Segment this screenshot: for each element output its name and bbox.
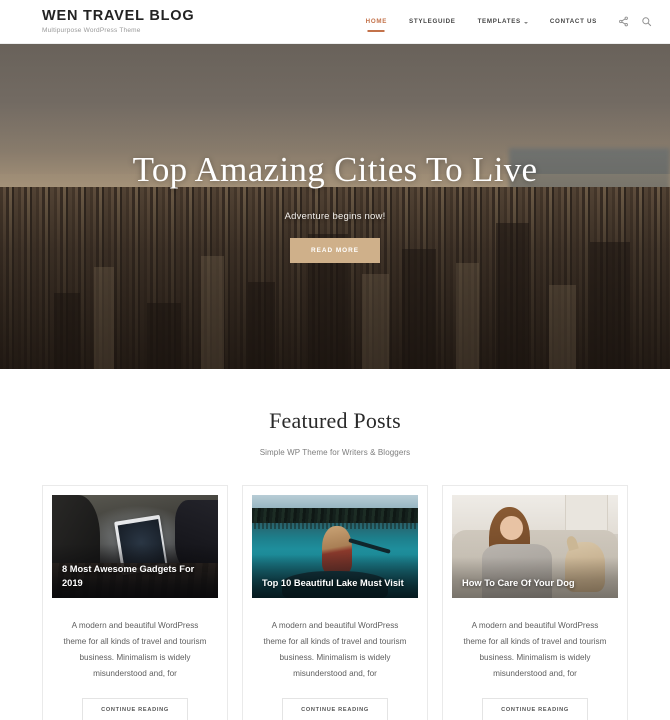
post-excerpt: A modern and beautiful WordPress theme f… — [63, 621, 207, 678]
continue-reading-button[interactable]: CONTINUE READING — [82, 697, 188, 720]
hero-subtitle: Adventure begins now! — [284, 211, 386, 223]
continue-reading-button[interactable]: CONTINUE READING — [482, 697, 588, 720]
hero-banner: Top Amazing Cities To Live Adventure beg… — [0, 44, 670, 369]
site-title[interactable]: WEN TRAVEL BLOG — [42, 8, 194, 25]
nav-item-label: HOME — [365, 18, 388, 25]
post-card[interactable]: Top 10 Beautiful Lake Must Visit A moder… — [242, 485, 428, 720]
share-icon[interactable] — [618, 16, 629, 27]
post-excerpt: A modern and beautiful WordPress theme f… — [463, 621, 607, 678]
post-body: A modern and beautiful WordPress theme f… — [452, 598, 618, 720]
post-thumbnail[interactable]: Top 10 Beautiful Lake Must Visit — [252, 495, 418, 598]
chevron-down-icon — [523, 21, 528, 24]
nav-item-label: CONTACT US — [549, 18, 597, 25]
read-more-button[interactable]: READ MORE — [289, 238, 381, 264]
post-title[interactable]: Top 10 Beautiful Lake Must Visit — [262, 577, 408, 590]
post-excerpt: A modern and beautiful WordPress theme f… — [263, 621, 407, 678]
site-tagline: Multipurpose WordPress Theme — [42, 27, 141, 35]
post-title[interactable]: 8 Most Awesome Gadgets For 2019 — [62, 563, 208, 590]
site-header: WEN TRAVEL BLOG Multipurpose WordPress T… — [0, 0, 670, 44]
post-thumbnail[interactable]: 8 Most Awesome Gadgets For 2019 — [52, 495, 218, 598]
nav-item-home[interactable]: HOME — [355, 0, 398, 43]
nav-item-label: TEMPLATES — [477, 18, 521, 25]
continue-reading-button[interactable]: CONTINUE READING — [282, 697, 388, 720]
section-subtitle: Simple WP Theme for Writers & Bloggers — [259, 448, 411, 457]
section-title: Featured Posts — [269, 408, 401, 433]
primary-navigation: HOME STYLEGUIDE TEMPLATES CONTACT US — [355, 0, 652, 43]
nav-item-label: STYLEGUIDE — [409, 18, 456, 25]
nav-item-templates[interactable]: TEMPLATES — [467, 0, 539, 43]
post-card-grid: 8 Most Awesome Gadgets For 2019 A modern… — [0, 457, 670, 720]
post-body: A modern and beautiful WordPress theme f… — [252, 598, 418, 720]
nav-item-contact-us[interactable]: CONTACT US — [539, 0, 608, 43]
active-indicator — [367, 30, 385, 32]
hero-title: Top Amazing Cities To Live — [132, 150, 538, 189]
site-branding[interactable]: WEN TRAVEL BLOG Multipurpose WordPress T… — [42, 8, 194, 35]
post-thumbnail[interactable]: How To Care Of Your Dog — [452, 495, 618, 598]
header-icons — [618, 16, 652, 27]
hero-content: Top Amazing Cities To Live Adventure beg… — [0, 150, 670, 264]
post-body: A modern and beautiful WordPress theme f… — [52, 598, 218, 720]
post-title[interactable]: How To Care Of Your Dog — [462, 577, 608, 590]
nav-item-styleguide[interactable]: STYLEGUIDE — [398, 0, 467, 43]
nav-list: HOME STYLEGUIDE TEMPLATES CONTACT US — [355, 0, 608, 43]
search-icon[interactable] — [641, 16, 652, 27]
post-card[interactable]: How To Care Of Your Dog A modern and bea… — [442, 485, 628, 720]
featured-posts-section: Featured Posts Simple WP Theme for Write… — [0, 369, 670, 720]
post-card[interactable]: 8 Most Awesome Gadgets For 2019 A modern… — [42, 485, 228, 720]
